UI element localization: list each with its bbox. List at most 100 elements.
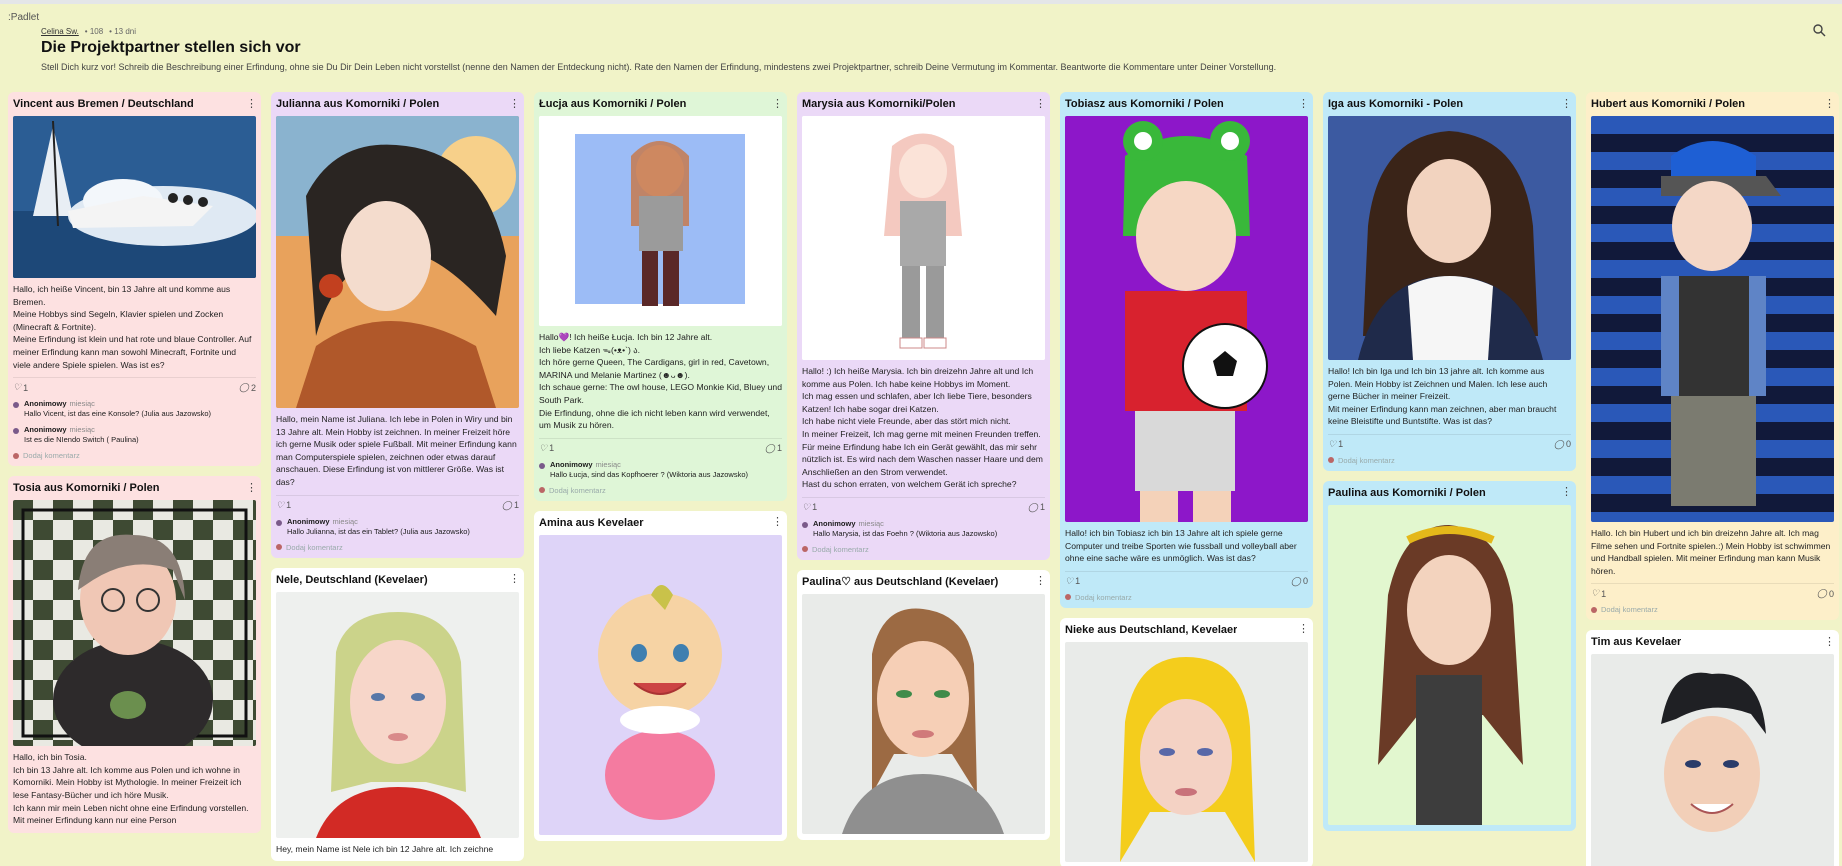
- post-body: Hey, mein Name ist Nele ich bin 12 Jahre…: [276, 843, 494, 854]
- comment-age: miesiąc: [69, 399, 95, 409]
- post-image-amina[interactable]: [539, 534, 782, 835]
- comment-control[interactable]: ◯ 1: [1028, 502, 1045, 513]
- like-control[interactable]: ♡ 1: [539, 443, 554, 454]
- add-comment-field[interactable]: Dodaj komentarz: [1328, 456, 1571, 465]
- post-card-paulina-pl[interactable]: Paulina aus Komorniki / Polen ⋮: [1323, 480, 1576, 831]
- post-image-lucja[interactable]: [539, 116, 782, 326]
- comment-icon: ◯: [1290, 575, 1301, 586]
- add-comment-field[interactable]: Dodaj komentarz: [539, 486, 782, 495]
- post-body: Hallo, mein Name ist Juliana. Ich lebe i…: [276, 414, 517, 487]
- post-image-paulina-pl[interactable]: [1328, 504, 1571, 825]
- post-card-nele[interactable]: Nele, Deutschland (Kevelaer) ⋮ Hey, mein…: [271, 567, 524, 862]
- post-menu-button[interactable]: ⋮: [1298, 98, 1309, 110]
- commenter-avatar: [13, 402, 19, 409]
- post-card-tim[interactable]: Tim aus Kevelaer ⋮: [1586, 630, 1839, 866]
- post-title: Vincent aus Bremen / Deutschland: [13, 98, 194, 110]
- board-author[interactable]: Celina Sw.: [41, 27, 79, 36]
- post-body: Hallo! Ich bin Iga und Ich bin 13 jahre …: [1328, 366, 1557, 427]
- add-comment-label: Dodaj komentarz: [1338, 455, 1395, 465]
- comment-author: Anonimowy: [813, 518, 856, 528]
- post-image-hubert[interactable]: [1591, 116, 1834, 522]
- post-menu-button[interactable]: ⋮: [509, 574, 520, 585]
- comment-control[interactable]: ◯ 1: [502, 500, 519, 511]
- add-comment-field[interactable]: Dodaj komentarz: [802, 545, 1045, 554]
- post-title: Marysia aus Komorniki/Polen: [802, 98, 956, 110]
- like-control[interactable]: ♡ 1: [1065, 576, 1080, 587]
- post-card-paulina-de[interactable]: Paulina♡ aus Deutschland (Kevelaer) ⋮: [797, 569, 1050, 840]
- post-menu-button[interactable]: ⋮: [1035, 576, 1046, 587]
- add-comment-field[interactable]: Dodaj komentarz: [276, 543, 519, 552]
- post-title: Iga aus Komorniki - Polen: [1328, 98, 1464, 110]
- post-image-julianna[interactable]: [276, 116, 519, 408]
- like-control[interactable]: ♡ 1: [1328, 439, 1343, 450]
- comment-item: Anonimowy miesiąc Hallo Vicent, ist das ei…: [13, 399, 256, 419]
- comment-text: Hallo Marysia, ist das Foehn ? (Wiktoria…: [813, 528, 998, 538]
- comment-control[interactable]: ◯ 2: [239, 382, 256, 393]
- post-menu-button[interactable]: ⋮: [1298, 624, 1309, 635]
- post-card-marysia[interactable]: Marysia aus Komorniki/Polen ⋮ Hallo! :) …: [797, 92, 1050, 560]
- column-6: Iga aus Komorniki - Polen ⋮ Hallo! Ich b…: [1323, 92, 1576, 841]
- post-image-marysia[interactable]: [802, 116, 1045, 360]
- post-reactions: ♡ 1 ◯ 1: [276, 494, 519, 511]
- post-card-amina[interactable]: Amina aus Kevelaer ⋮: [534, 510, 787, 841]
- post-card-iga[interactable]: Iga aus Komorniki - Polen ⋮ Hallo! Ich b…: [1323, 92, 1576, 471]
- post-card-julianna[interactable]: Julianna aus Komorniki / Polen ⋮ Hallo, …: [271, 92, 524, 558]
- post-menu-button[interactable]: ⋮: [509, 98, 520, 110]
- post-image-tobiasz[interactable]: [1065, 116, 1308, 522]
- post-card-vincent[interactable]: Vincent aus Bremen / Deutschland ⋮ Hallo…: [8, 92, 261, 467]
- post-menu-button[interactable]: ⋮: [1035, 98, 1046, 110]
- heart-icon: ♡: [1328, 438, 1337, 449]
- post-menu-button[interactable]: ⋮: [246, 98, 257, 110]
- post-image-paulina-de[interactable]: [802, 593, 1045, 834]
- like-control[interactable]: ♡ 1: [276, 500, 291, 511]
- padlet-logo[interactable]: :Padlet: [8, 12, 1842, 23]
- post-body: Hallo! ich bin Tobiasz ich bin 13 Jahre …: [1065, 528, 1297, 564]
- heart-icon: ♡: [539, 442, 548, 453]
- post-body: Hallo. Ich bin Hubert und ich bin dreize…: [1591, 528, 1831, 576]
- post-body: Hallo💜! Ich heiße Łucja. Ich bin 12 Jahr…: [539, 332, 782, 431]
- post-menu-button[interactable]: ⋮: [1561, 98, 1572, 110]
- post-menu-button[interactable]: ⋮: [1824, 98, 1835, 110]
- post-image-nele[interactable]: [276, 591, 519, 838]
- comment-item: Anonimowy miesiąc Hallo Julianna, ist das …: [276, 517, 519, 537]
- post-title: Paulina♡ aus Deutschland (Kevelaer): [802, 576, 999, 589]
- comment-author: Anonimowy: [24, 425, 67, 435]
- search-button[interactable]: [1812, 22, 1828, 38]
- comment-control[interactable]: ◯ 0: [1554, 439, 1571, 450]
- post-body: Hallo, ich bin Tosia. Ich bin 13 Jahre a…: [13, 752, 249, 826]
- self-avatar: [539, 487, 545, 494]
- add-comment-field[interactable]: Dodaj komentarz: [13, 451, 256, 460]
- column-1: Vincent aus Bremen / Deutschland ⋮ Hallo…: [8, 92, 261, 843]
- comment-icon: ◯: [501, 499, 512, 510]
- post-menu-button[interactable]: ⋮: [1561, 487, 1572, 498]
- post-card-nieke[interactable]: Nieke aus Deutschland, Kevelaer ⋮: [1060, 617, 1313, 866]
- add-comment-field[interactable]: Dodaj komentarz: [1591, 605, 1834, 614]
- comment-control[interactable]: ◯ 0: [1291, 576, 1308, 587]
- post-image-iga[interactable]: [1328, 116, 1571, 360]
- commenter-avatar: [13, 428, 19, 435]
- like-control[interactable]: ♡ 1: [802, 502, 817, 513]
- post-card-hubert[interactable]: Hubert aus Komorniki / Polen ⋮ Hallo. Ic…: [1586, 92, 1839, 621]
- post-image-sailing[interactable]: [13, 116, 256, 278]
- self-avatar: [276, 544, 282, 551]
- post-card-tosia[interactable]: Tosia aus Komorniki / Polen ⋮ Hallo, ich…: [8, 476, 261, 833]
- post-image-tim[interactable]: [1591, 654, 1834, 866]
- like-control[interactable]: ♡ 1: [13, 382, 28, 393]
- comment-item: Anonimowy miesiąc Ist es die NIendo Switch…: [13, 425, 256, 445]
- comment-control[interactable]: ◯ 0: [1817, 588, 1834, 599]
- add-comment-label: Dodaj komentarz: [23, 451, 80, 461]
- post-card-tobiasz[interactable]: Tobiasz aus Komorniki / Polen ⋮ Hallo! i…: [1060, 92, 1313, 608]
- comment-count: 1: [1039, 502, 1045, 513]
- like-control[interactable]: ♡ 1: [1591, 588, 1606, 599]
- post-reactions: ♡ 1 ◯ 1: [802, 496, 1045, 513]
- commenter-avatar: [276, 519, 282, 526]
- post-menu-button[interactable]: ⋮: [1824, 636, 1835, 648]
- post-image-tosia[interactable]: [13, 500, 256, 747]
- post-card-lucja[interactable]: Łucja aus Komorniki / Polen ⋮ Hallo💜! Ic…: [534, 92, 787, 501]
- post-menu-button[interactable]: ⋮: [772, 98, 783, 110]
- add-comment-field[interactable]: Dodaj komentarz: [1065, 593, 1308, 602]
- post-image-nieke[interactable]: [1065, 641, 1308, 862]
- post-menu-button[interactable]: ⋮: [772, 517, 783, 528]
- post-menu-button[interactable]: ⋮: [246, 482, 257, 494]
- comment-control[interactable]: ◯ 1: [765, 443, 782, 454]
